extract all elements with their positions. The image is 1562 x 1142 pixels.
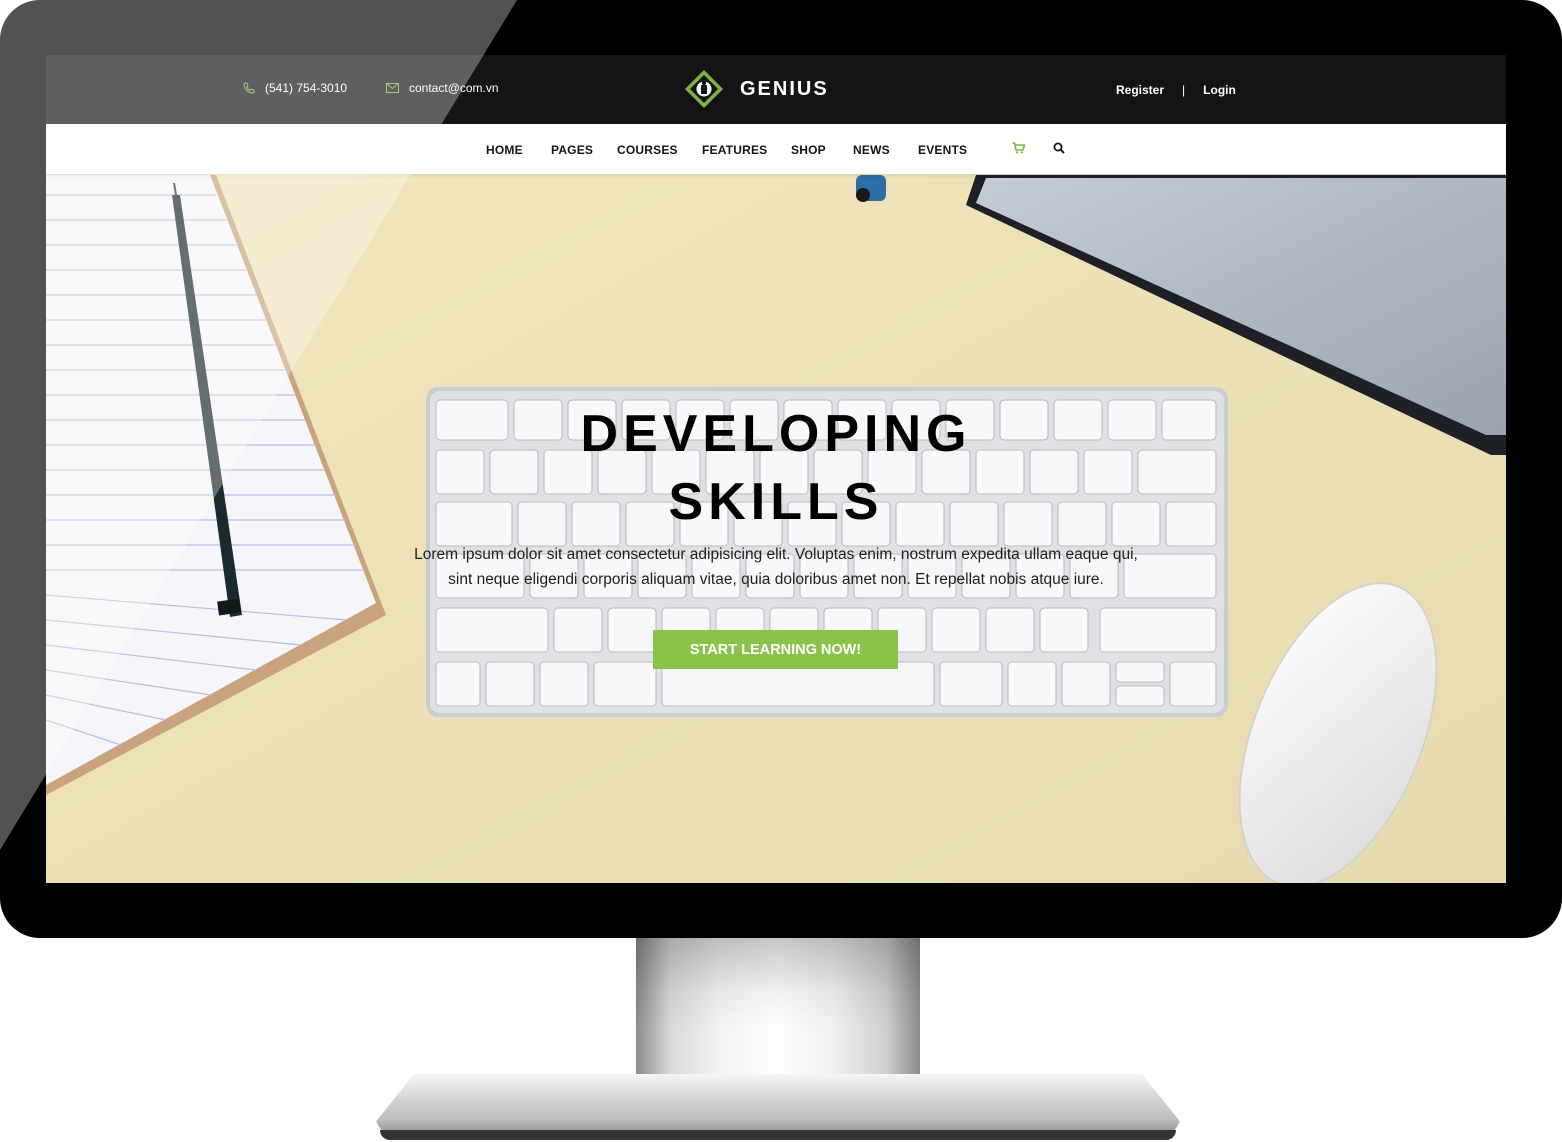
site-logo[interactable]: GENIUS — [684, 69, 829, 109]
register-link[interactable]: Register — [1116, 83, 1164, 97]
auth-separator: | — [1182, 83, 1186, 97]
hero-section: (541) 754-3010 contact@com.vn GENIUS Reg… — [46, 55, 1506, 883]
start-learning-button[interactable]: START LEARNING NOW! — [653, 630, 898, 669]
main-nav: HOME PAGES COURSES FEATURES SHOP NEWS EV… — [46, 124, 1506, 174]
nav-item-features[interactable]: FEATURES — [702, 143, 767, 157]
logo-text: GENIUS — [740, 77, 829, 100]
nav-item-news[interactable]: NEWS — [853, 143, 890, 157]
contact-email[interactable]: contact@com.vn — [386, 81, 499, 95]
hero-description-line1: Lorem ipsum dolor sit amet consectetur a… — [414, 546, 1138, 563]
genius-logo-icon — [685, 70, 723, 108]
monitor-bezel: (541) 754-3010 contact@com.vn GENIUS Reg… — [0, 0, 1562, 938]
nav-item-courses[interactable]: COURSES — [617, 143, 678, 157]
hero-title-line1: DEVELOPING — [580, 405, 972, 463]
cart-icon[interactable] — [1012, 142, 1026, 157]
nav-item-home[interactable]: HOME — [486, 143, 523, 157]
hero-title: DEVELOPING SKILLS — [426, 400, 1126, 536]
email-address: contact@com.vn — [409, 81, 499, 95]
nav-item-pages[interactable]: PAGES — [551, 143, 593, 157]
search-icon[interactable] — [1053, 142, 1065, 157]
monitor-screen: (541) 754-3010 contact@com.vn GENIUS Reg… — [46, 55, 1506, 883]
nav-item-shop[interactable]: SHOP — [791, 143, 826, 157]
phone-icon — [243, 82, 255, 94]
marker-illustration — [856, 175, 886, 202]
hero-description-line2: sint neque eligendi corporis aliquam vit… — [448, 571, 1104, 588]
contact-phone[interactable]: (541) 754-3010 — [243, 81, 347, 95]
phone-number: (541) 754-3010 — [265, 81, 348, 95]
monitor-stand-neck — [636, 938, 920, 1080]
login-link[interactable]: Login — [1203, 83, 1236, 97]
hero-description: Lorem ipsum dolor sit amet consectetur a… — [346, 542, 1206, 592]
monitor-stand-base-edge — [380, 1130, 1176, 1140]
envelope-icon — [386, 83, 399, 93]
auth-links: Register | Login — [1116, 83, 1236, 97]
top-bar: (541) 754-3010 contact@com.vn GENIUS Reg… — [46, 55, 1506, 124]
nav-item-events[interactable]: EVENTS — [918, 143, 967, 157]
hero-title-line2: SKILLS — [668, 473, 884, 531]
